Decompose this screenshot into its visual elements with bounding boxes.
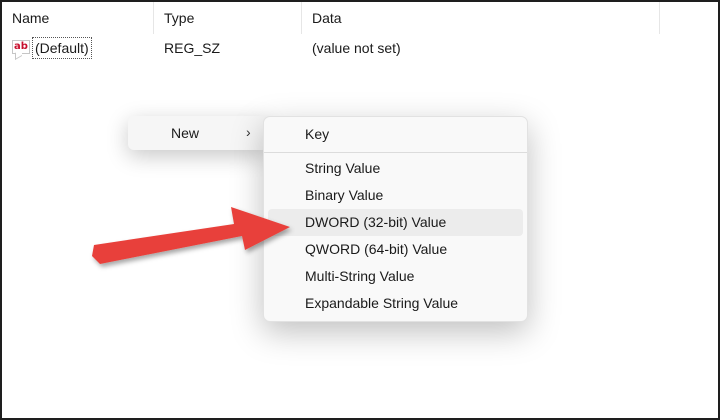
submenu-item-multi-string-value[interactable]: Multi-String Value	[268, 263, 523, 290]
list-item[interactable]: ab (Default) REG_SZ (value not set)	[2, 34, 718, 62]
new-submenu: Key String Value Binary Value DWORD (32-…	[263, 116, 528, 322]
chevron-right-icon: ›	[246, 124, 251, 140]
context-menu-new[interactable]: New ›	[128, 116, 268, 150]
submenu-item-binary-value[interactable]: Binary Value	[268, 182, 523, 209]
value-data: (value not set)	[312, 40, 401, 56]
arrow-shape	[92, 207, 290, 264]
submenu-item-expandable-string-value[interactable]: Expandable String Value	[268, 290, 523, 317]
column-header-type[interactable]: Type	[154, 2, 302, 34]
menu-item-new-label: New	[171, 125, 200, 141]
column-header: Name Type Data	[2, 2, 718, 34]
value-type: REG_SZ	[164, 40, 221, 56]
submenu-item-dword-value[interactable]: DWORD (32-bit) Value	[268, 209, 523, 236]
submenu-item-qword-value[interactable]: QWORD (64-bit) Value	[268, 236, 523, 263]
submenu-item-key[interactable]: Key	[268, 121, 523, 148]
submenu-item-string-value[interactable]: String Value	[268, 155, 523, 182]
string-value-icon: ab	[12, 40, 30, 54]
registry-editor-value-pane: Name Type Data ab (Default) REG_SZ (valu…	[0, 0, 720, 420]
column-header-name[interactable]: Name	[2, 2, 154, 34]
value-name: (Default)	[32, 37, 92, 59]
column-header-data[interactable]: Data	[302, 2, 660, 34]
submenu-separator	[264, 152, 527, 153]
